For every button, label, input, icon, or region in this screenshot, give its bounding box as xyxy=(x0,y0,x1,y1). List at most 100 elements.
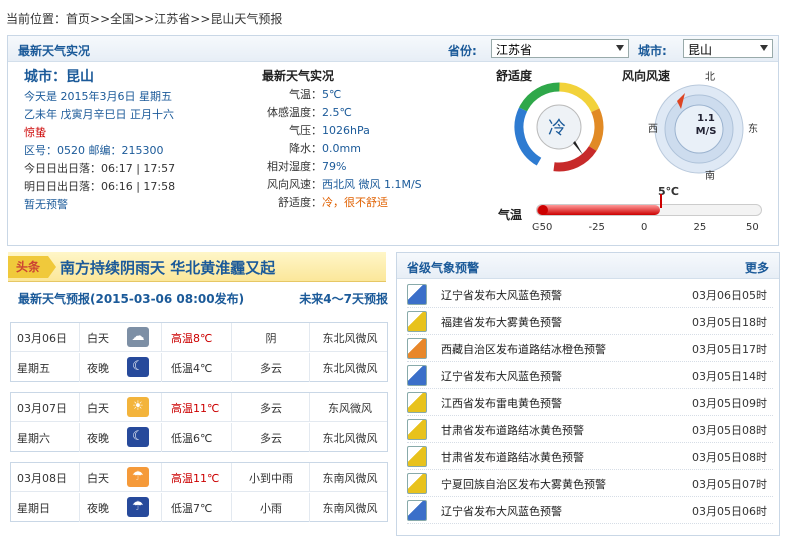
forecast-period: 夜晚 xyxy=(87,502,109,515)
breadcrumb-home[interactable]: 首页 xyxy=(66,12,90,26)
alert-item[interactable]: 辽宁省发布大风蓝色预警 03月05日06时 xyxy=(407,497,773,524)
live-header: 最新天气实况 省份: 江苏省 城市: 昆山 xyxy=(8,36,778,62)
alert-item[interactable]: 宁夏回族自治区发布大雾黄色预警 03月05日07时 xyxy=(407,470,773,497)
forecast-weather: 小到中雨 xyxy=(249,472,293,485)
solar-term: 惊蛰 xyxy=(24,126,46,139)
humidity-value: 79% xyxy=(322,160,347,173)
temp-tick-label: -50 xyxy=(536,222,553,233)
warning-icon xyxy=(407,365,427,386)
forecast-day: 03月08日 白天 ☂ 高温11℃ 小到中雨 东南风微风 星期日 夜晚 ☂ 低温… xyxy=(10,462,388,522)
province-value: 江苏省 xyxy=(496,43,533,57)
forecast-temp: 低温7℃ xyxy=(171,502,213,515)
breadcrumb-sep: >> xyxy=(90,12,111,26)
forecast-period: 白天 xyxy=(87,402,109,415)
alert-text[interactable]: 福建省发布大雾黄色预警 xyxy=(441,314,562,330)
warning-icon xyxy=(407,392,427,413)
alert-text[interactable]: 辽宁省发布大风蓝色预警 xyxy=(441,503,562,519)
forecast-row: 03月06日 白天 ☁ 高温8℃ 阴 东北风微风 xyxy=(11,323,387,352)
alert-item[interactable]: 甘肃省发布道路结冰黄色预警 03月05日08时 xyxy=(407,443,773,470)
alert-text[interactable]: 甘肃省发布道路结冰黄色预警 xyxy=(441,449,584,465)
alerts-title: 省级气象预警 xyxy=(407,261,480,275)
alert-item[interactable]: 江西省发布雷电黄色预警 03月05日09时 xyxy=(407,389,773,416)
alerts-more-link[interactable]: 更多 xyxy=(745,259,769,276)
forecast-row: 星期六 夜晚 ☾ 低温6℃ 多云 东北风微风 xyxy=(11,423,387,452)
alert-item[interactable]: 福建省发布大雾黄色预警 03月05日18时 xyxy=(407,308,773,335)
moon-cloud-icon: ☾ xyxy=(127,427,149,447)
alert-item[interactable]: 西藏自治区发布道路结冰橙色预警 03月05日17时 xyxy=(407,335,773,362)
forecast-more-link[interactable]: 未来4～7天预报 xyxy=(299,290,388,307)
alerts-header: 省级气象预警 更多 xyxy=(397,253,779,279)
temp-tick-label: -25 xyxy=(588,222,605,233)
comfort-label: 舒适度： xyxy=(278,196,322,209)
forecast-weather: 阴 xyxy=(265,332,277,345)
forecast-temp: 高温8℃ xyxy=(171,332,213,345)
forecast-wind: 东南风微风 xyxy=(322,502,378,515)
overcast-icon: ☁ xyxy=(127,327,149,347)
forecast-wind: 东北风微风 xyxy=(322,432,378,445)
temp-bar-ticks: -50 -25 0 25 50 xyxy=(8,222,780,236)
area-codes: 区号：0520 邮编：215300 xyxy=(24,144,164,157)
forecast-date: 03月06日 xyxy=(17,332,67,345)
warning-icon xyxy=(407,473,427,494)
forecast-weather: 小雨 xyxy=(260,502,282,515)
forecast-temp: 低温6℃ xyxy=(171,432,213,445)
temp-tick-label: 50 xyxy=(746,222,759,233)
temp-bar-title: 气温 xyxy=(498,208,523,222)
live-title: 最新天气实况 xyxy=(18,44,91,58)
temp-label: 气温： xyxy=(289,88,322,101)
city-name: 城市：昆山 xyxy=(24,69,94,85)
forecast-period: 白天 xyxy=(87,472,109,485)
headline-text[interactable]: 南方持续阴雨天 华北黄淮霾又起 xyxy=(60,257,275,278)
alert-text[interactable]: 辽宁省发布大风蓝色预警 xyxy=(441,287,562,303)
forecast-row: 星期五 夜晚 ☾ 低温4℃ 多云 东北风微风 xyxy=(11,353,387,382)
chevron-down-icon xyxy=(760,45,768,51)
forecast-weather: 多云 xyxy=(260,402,282,415)
warning-status: 暂无预警 xyxy=(24,198,68,211)
comfort-value: 冷，很不舒适 xyxy=(322,196,388,209)
forecast-row: 星期日 夜晚 ☂ 低温7℃ 小雨 东南风微风 xyxy=(11,493,387,522)
forecast-weather: 多云 xyxy=(260,362,282,375)
humidity-label: 相对湿度： xyxy=(267,160,322,173)
live-weather-panel: 最新天气实况 省份: 江苏省 城市: 昆山 城市：昆山 今天是 2015年3月6… xyxy=(7,35,779,246)
night-rain-icon: ☂ xyxy=(127,497,149,517)
city-label: 城市: xyxy=(638,44,667,58)
alert-date: 03月05日08时 xyxy=(692,424,767,437)
forecast-wind: 东风微风 xyxy=(328,402,372,415)
alert-item[interactable]: 辽宁省发布大风蓝色预警 03月05日14时 xyxy=(407,362,773,389)
forecast-wind: 东北风微风 xyxy=(322,332,378,345)
alert-text[interactable]: 宁夏回族自治区发布大雾黄色预警 xyxy=(441,476,606,492)
breadcrumb-prefix: 当前位置： xyxy=(6,12,67,26)
forecast-week: 星期五 xyxy=(17,362,50,375)
breadcrumb-province[interactable]: 江苏省 xyxy=(154,12,190,26)
forecast-period: 白天 xyxy=(87,332,109,345)
city-value: 昆山 xyxy=(688,43,713,57)
breadcrumb-current: 昆山天气预报 xyxy=(210,12,283,26)
breadcrumb-sep: >> xyxy=(190,12,211,26)
pressure-value: 1026hPa xyxy=(322,124,370,137)
warning-icon xyxy=(407,419,427,440)
alert-item[interactable]: 辽宁省发布大风蓝色预警 03月06日05时 xyxy=(407,281,773,308)
province-label: 省份: xyxy=(448,44,477,58)
alert-text[interactable]: 甘肃省发布道路结冰黄色预警 xyxy=(441,422,584,438)
lunar-text: 乙未年 戊寅月辛巳日 正月十六 xyxy=(24,108,174,121)
city-select[interactable]: 昆山 xyxy=(683,39,773,58)
temp-tick-label: 0 xyxy=(641,222,648,233)
compass-north: 北 xyxy=(705,72,715,83)
temp-tick-label: 25 xyxy=(693,222,707,233)
compass-west: 西 xyxy=(648,124,658,135)
alert-date: 03月05日07时 xyxy=(692,478,767,491)
forecast-day: 03月07日 白天 ☀ 高温11℃ 多云 东风微风 星期六 夜晚 ☾ 低温6℃ … xyxy=(10,392,388,452)
wind-speed-value: 1.1 xyxy=(697,113,715,124)
forecast-wind: 东南风微风 xyxy=(322,472,378,485)
forecast-week: 星期六 xyxy=(17,432,50,445)
live-subtitle: 最新天气实况 xyxy=(262,69,335,83)
alert-item[interactable]: 甘肃省发布道路结冰黄色预警 03月05日08时 xyxy=(407,416,773,443)
forecast-temp: 低温4℃ xyxy=(171,362,213,375)
province-select[interactable]: 江苏省 xyxy=(491,39,629,58)
alert-text[interactable]: 辽宁省发布大风蓝色预警 xyxy=(441,368,562,384)
breadcrumb-country[interactable]: 全国 xyxy=(110,12,134,26)
warning-icon xyxy=(407,311,427,332)
headline-band[interactable]: 头条 南方持续阴雨天 华北黄淮霾又起 xyxy=(8,252,386,282)
alert-text[interactable]: 江西省发布雷电黄色预警 xyxy=(441,395,562,411)
alert-text[interactable]: 西藏自治区发布道路结冰橙色预警 xyxy=(441,341,606,357)
